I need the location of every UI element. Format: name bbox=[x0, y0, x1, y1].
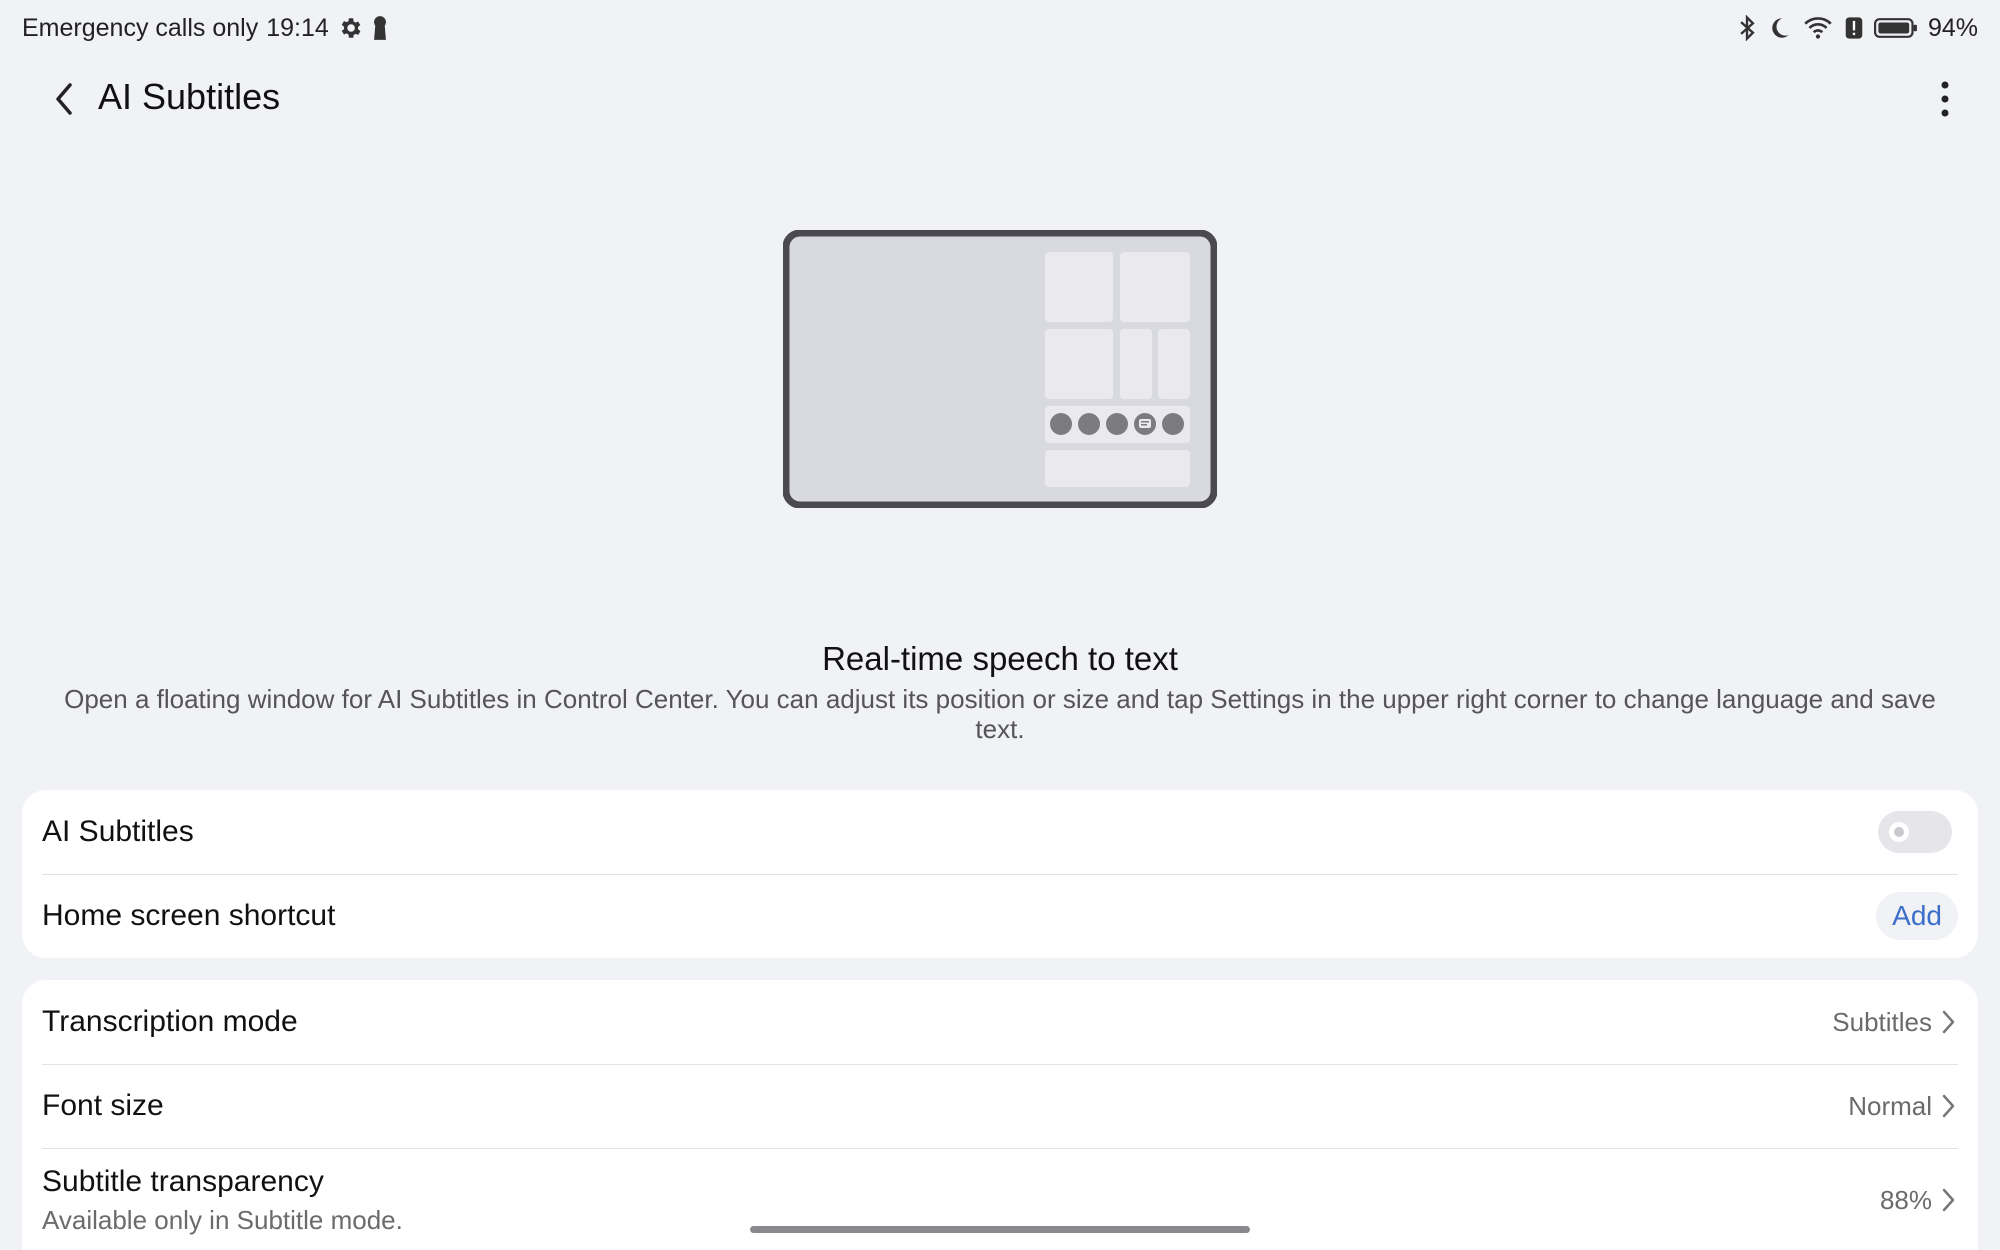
wifi-icon bbox=[1802, 15, 1834, 41]
settings-gear-icon bbox=[337, 15, 363, 41]
alert-icon bbox=[1844, 15, 1864, 41]
font-size-row[interactable]: Font size Normal bbox=[22, 1064, 1978, 1148]
status-bar: Emergency calls only 19:14 94% bbox=[0, 0, 2000, 56]
status-left: Emergency calls only 19:14 bbox=[22, 14, 389, 43]
keyhole-icon bbox=[371, 15, 389, 41]
app-header: AI Subtitles bbox=[0, 66, 2000, 132]
settings-card-main: AI Subtitles Home screen shortcut Add bbox=[22, 790, 1978, 958]
moon-icon bbox=[1766, 15, 1792, 41]
chevron-right-icon bbox=[1942, 1188, 1955, 1212]
home-shortcut-row[interactable]: Home screen shortcut Add bbox=[22, 874, 1978, 958]
bluetooth-icon bbox=[1738, 15, 1756, 41]
transcription-mode-right: Subtitles bbox=[1832, 980, 1958, 1064]
subtitle-transparency-label: Subtitle transparency bbox=[42, 1164, 324, 1198]
intro-description: Open a floating window for AI Subtitles … bbox=[64, 684, 1936, 744]
chevron-left-icon bbox=[56, 83, 72, 115]
home-indicator[interactable] bbox=[750, 1226, 1250, 1233]
ai-subtitles-toggle[interactable] bbox=[1878, 811, 1952, 853]
subtitle-transparency-subtext: Available only in Subtitle mode. bbox=[42, 1204, 403, 1235]
more-options-button[interactable] bbox=[1920, 74, 1970, 124]
home-shortcut-right: Add bbox=[1876, 874, 1958, 958]
battery-percent: 94% bbox=[1927, 13, 1978, 42]
add-shortcut-button[interactable]: Add bbox=[1876, 892, 1958, 940]
page-title: AI Subtitles bbox=[98, 76, 281, 117]
ai-subtitles-right bbox=[1878, 790, 1958, 874]
transcription-mode-row[interactable]: Transcription mode Subtitles bbox=[22, 980, 1978, 1064]
carrier-text: Emergency calls only bbox=[22, 13, 259, 42]
chevron-right-icon bbox=[1942, 1010, 1955, 1034]
ai-subtitles-label: AI Subtitles bbox=[42, 815, 194, 848]
tablet-illustration bbox=[782, 229, 1218, 509]
font-size-right: Normal bbox=[1848, 1064, 1958, 1148]
font-size-label: Font size bbox=[42, 1089, 164, 1122]
home-shortcut-label: Home screen shortcut bbox=[42, 899, 336, 932]
status-right: 94% bbox=[1738, 14, 1978, 43]
ai-subtitles-row[interactable]: AI Subtitles bbox=[22, 790, 1978, 874]
toggle-knob bbox=[1886, 819, 1912, 845]
battery-icon bbox=[1873, 15, 1918, 41]
transcription-mode-label: Transcription mode bbox=[42, 1005, 298, 1038]
chevron-right-icon bbox=[1942, 1094, 1955, 1118]
subtitle-transparency-right: 88% bbox=[1880, 1148, 1958, 1250]
settings-card-options: Transcription mode Subtitles Font size N… bbox=[22, 980, 1978, 1250]
font-size-value: Normal bbox=[1848, 1090, 1932, 1121]
subtitle-transparency-value: 88% bbox=[1879, 1184, 1932, 1215]
subtitle-transparency-row[interactable]: Subtitle transparency Available only in … bbox=[22, 1148, 1978, 1250]
clock-text: 19:14 bbox=[266, 13, 329, 42]
subtitle-transparency-text: Subtitle transparency Available only in … bbox=[42, 1165, 403, 1236]
more-vertical-icon bbox=[1941, 81, 1949, 117]
back-button[interactable] bbox=[40, 74, 90, 124]
intro-title: Real-time speech to text bbox=[822, 640, 1178, 677]
screen: Emergency calls only 19:14 94% AI Subtit… bbox=[0, 0, 2000, 1250]
transcription-mode-value: Subtitles bbox=[1832, 1006, 1932, 1037]
